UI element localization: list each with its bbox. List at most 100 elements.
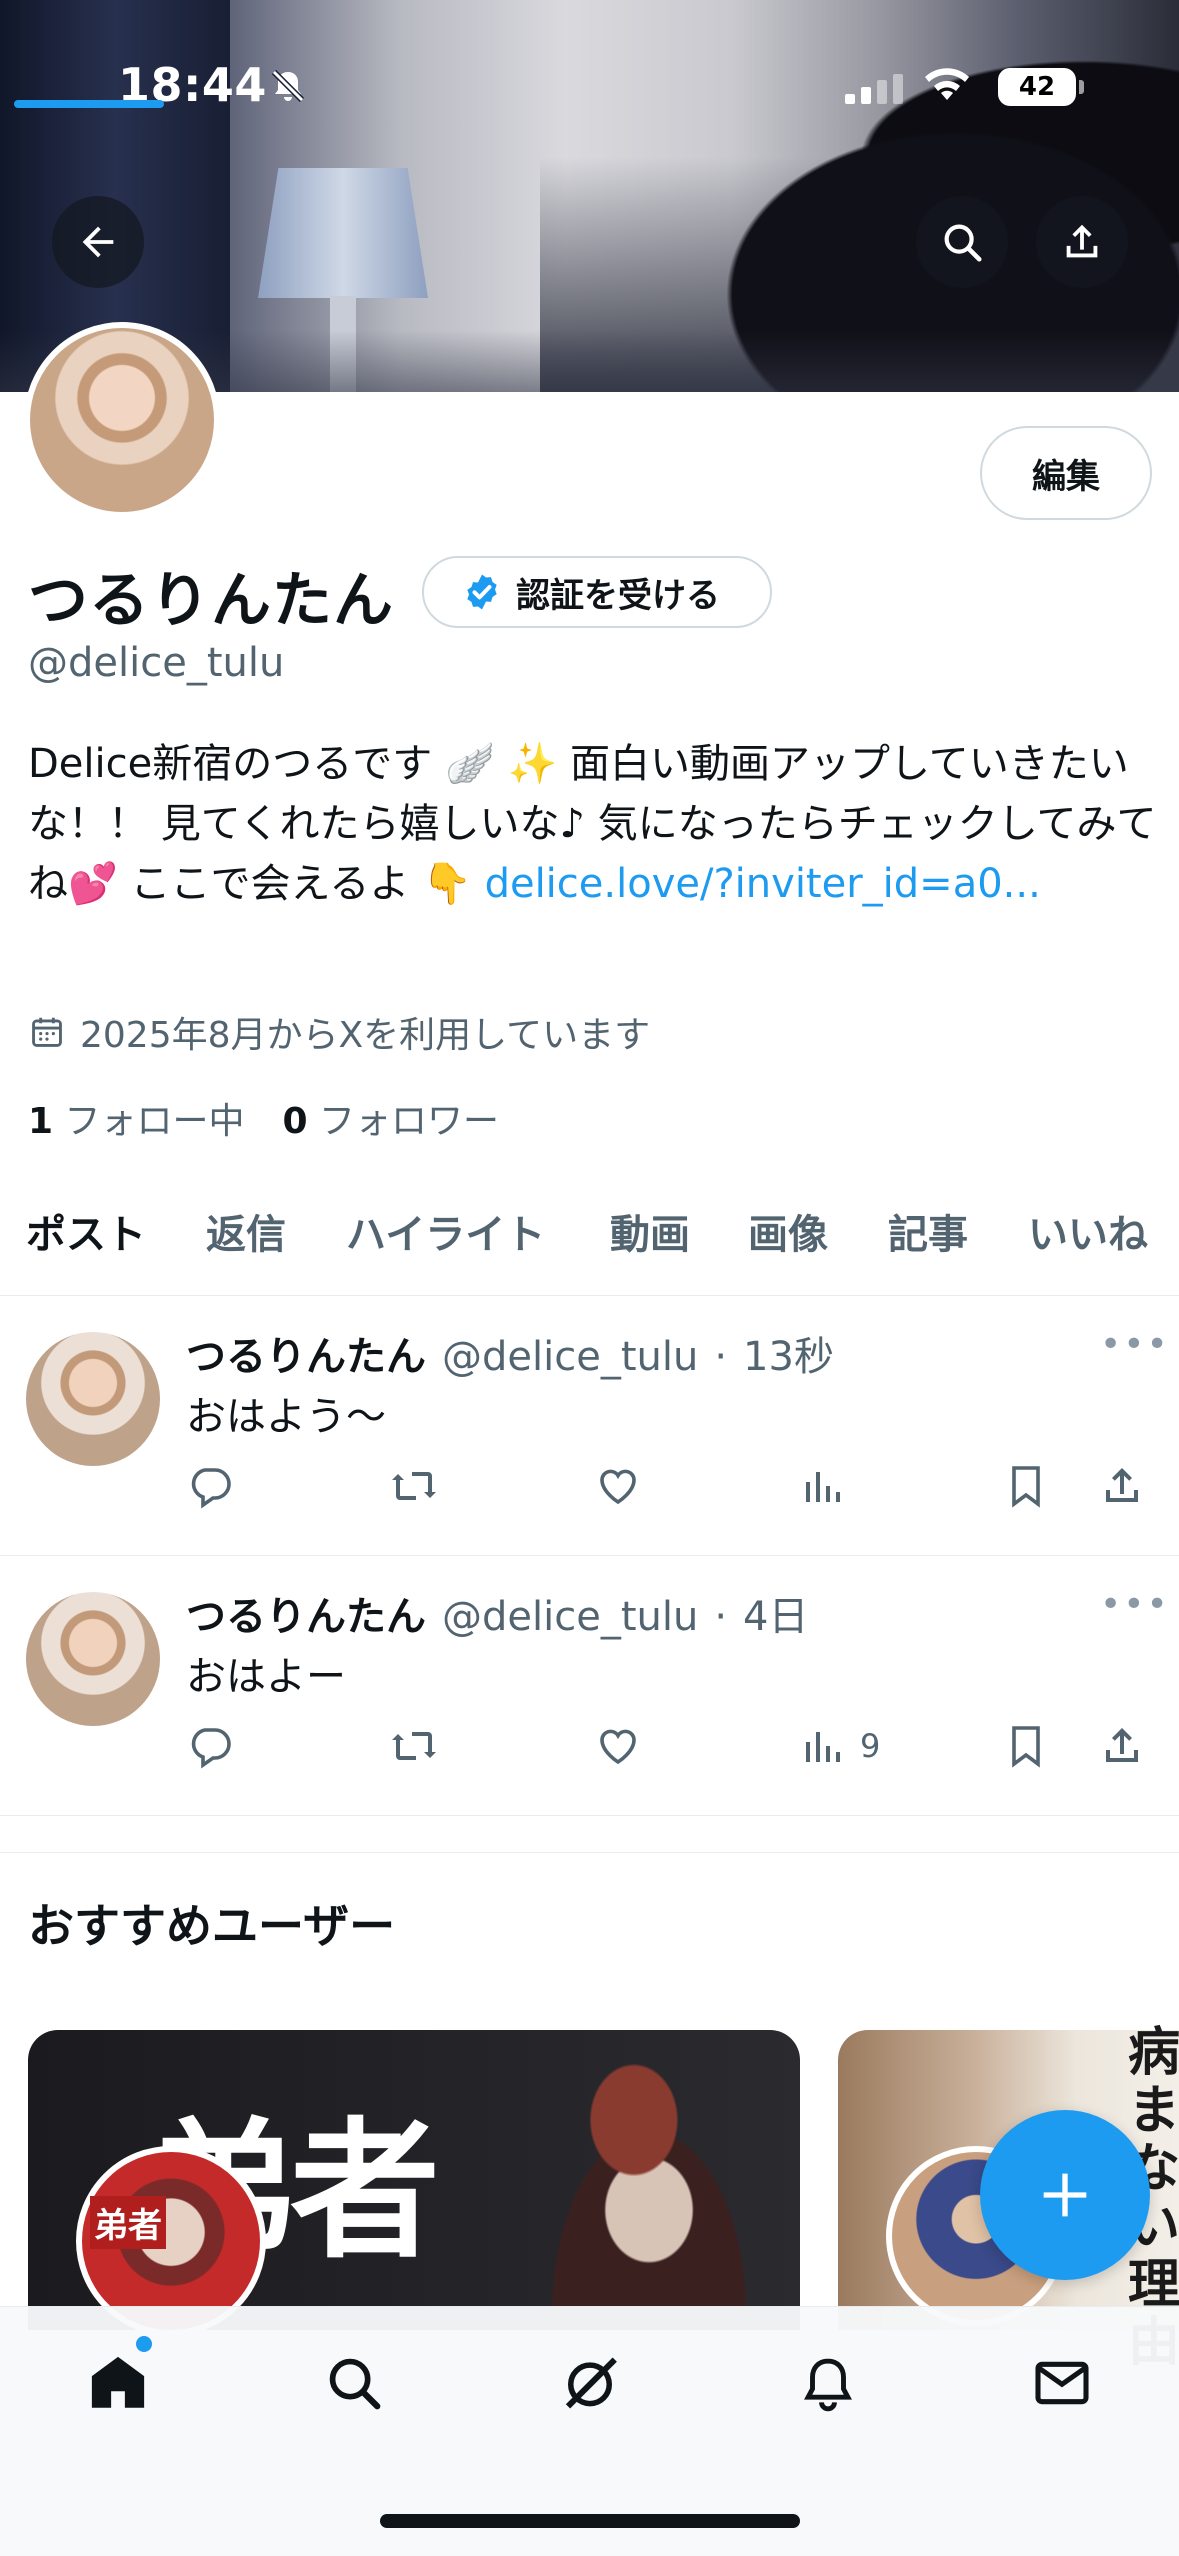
grok-icon (565, 2357, 617, 2409)
post-separator: · (714, 1334, 728, 1380)
views-count: 9 (860, 1727, 881, 1765)
post-separator: · (714, 1594, 728, 1640)
tab-likes[interactable]: いいね (1028, 1202, 1148, 1260)
profile-tabs: ポスト 返信 ハイライト 動画 画像 記事 いいね (0, 1186, 1179, 1296)
banner-lamp (258, 168, 428, 298)
post-text: おはよう〜 (186, 1394, 386, 1440)
reply-button[interactable] (186, 1462, 234, 1510)
home-indicator (380, 2514, 800, 2528)
bookmark-icon (1012, 1466, 1040, 1508)
post-header: つるりんたん @delice_tulu · 13秒 (186, 1324, 834, 1382)
recommended-users-title: おすすめユーザー (28, 1899, 396, 1953)
like-button[interactable] (594, 1462, 642, 1510)
profile-bio: Delice新宿のつるです 🪽 ✨ 面白い動画アップしていきたいな！！ 見てくれ… (28, 734, 1158, 914)
post-author-name: つるりんたん (186, 1334, 426, 1380)
bookmark-button[interactable] (1002, 1462, 1050, 1510)
post-item[interactable]: つるりんたん @delice_tulu · 4日 ••• おはよー 9 (0, 1556, 1179, 1816)
tab-highlights[interactable]: ハイライト (346, 1202, 545, 1260)
tab-articles[interactable]: 記事 (888, 1202, 968, 1260)
get-verified-button[interactable]: 認証を受ける (422, 556, 772, 628)
get-verified-label: 認証を受ける (516, 575, 720, 616)
post-header: つるりんたん @delice_tulu · 4日 (186, 1584, 809, 1642)
tab-posts[interactable]: ポスト (26, 1202, 146, 1260)
search-icon (329, 2358, 381, 2410)
joined-text: 2025年8月からXを利用しています (80, 1015, 651, 1056)
avatar-badge-text: 弟者 (90, 2196, 166, 2249)
followers-label: フォロワー (319, 1101, 500, 1142)
calendar-icon (32, 1017, 62, 1047)
nav-grok[interactable] (554, 2347, 626, 2419)
reply-icon (191, 1468, 231, 1509)
silent-mode-icon (271, 69, 305, 103)
active-tab-indicator (14, 100, 164, 108)
bell-icon (804, 2358, 852, 2412)
reply-icon (191, 1728, 231, 1769)
heart-icon (600, 1729, 636, 1765)
post-more-icon[interactable]: ••• (1100, 1324, 1170, 1365)
heart-icon (600, 1469, 636, 1505)
views-icon (806, 1732, 840, 1762)
mail-icon (1035, 2361, 1089, 2405)
repost-button[interactable] (388, 1462, 440, 1510)
bookmark-button[interactable] (1002, 1722, 1050, 1770)
card-banner-illustration (498, 2030, 800, 2330)
post-text: おはよー (186, 1654, 346, 1700)
joined-date: 2025年8月からXを利用しています (28, 1006, 650, 1058)
verified-badge-icon (467, 574, 497, 610)
edit-profile-button[interactable]: 編集 (980, 426, 1152, 520)
post-time: 4日 (743, 1594, 809, 1640)
share-icon (1066, 224, 1098, 258)
repost-button[interactable] (388, 1722, 440, 1770)
following-link[interactable]: 1 フォロー中 (28, 1092, 245, 1144)
reply-button[interactable] (186, 1722, 234, 1770)
home-icon (91, 2356, 145, 2408)
share-profile-button[interactable] (1036, 196, 1128, 288)
wifi-icon (925, 68, 969, 100)
post-author-name: つるりんたん (186, 1594, 426, 1640)
nav-notifications[interactable] (792, 2347, 864, 2419)
compose-button[interactable] (980, 2110, 1150, 2280)
new-content-dot (136, 2336, 152, 2352)
plus-icon (1043, 2173, 1087, 2217)
search-icon (944, 224, 982, 262)
nav-messages[interactable] (1026, 2347, 1098, 2419)
arrow-left-icon (82, 226, 114, 258)
post-item[interactable]: つるりんたん @delice_tulu · 13秒 ••• おはよう〜 (0, 1296, 1179, 1556)
bookmark-icon (1012, 1726, 1040, 1768)
views-button[interactable]: 9 (798, 1722, 880, 1770)
post-author-handle: @delice_tulu (442, 1334, 699, 1380)
views-icon (806, 1472, 840, 1502)
post-author-handle: @delice_tulu (442, 1594, 699, 1640)
tab-images[interactable]: 画像 (748, 1202, 828, 1260)
post-avatar[interactable] (26, 1332, 160, 1466)
post-time: 13秒 (743, 1334, 834, 1380)
bio-link[interactable]: delice.love/?inviter_id=a0... (485, 861, 1041, 907)
share-post-button[interactable] (1098, 1722, 1146, 1770)
battery-indicator: 42 (998, 68, 1084, 106)
views-button[interactable] (798, 1462, 860, 1510)
profile-avatar[interactable] (24, 322, 220, 518)
follow-stats: 1 フォロー中 0 フォロワー (28, 1092, 499, 1144)
share-icon (1106, 1468, 1138, 1502)
cellular-signal-icon (845, 74, 903, 104)
section-divider (0, 1852, 1179, 1853)
tab-replies[interactable]: 返信 (206, 1202, 286, 1260)
share-icon (1106, 1728, 1138, 1762)
profile-name: つるりんたん (28, 566, 394, 636)
followers-count: 0 (282, 1101, 308, 1142)
post-more-icon[interactable]: ••• (1100, 1584, 1170, 1625)
nav-home[interactable] (82, 2347, 154, 2419)
following-label: フォロー中 (64, 1101, 245, 1142)
search-profile-button[interactable] (916, 196, 1008, 288)
like-button[interactable] (594, 1722, 642, 1770)
post-avatar[interactable] (26, 1592, 160, 1726)
repost-icon (392, 1472, 436, 1500)
followers-link[interactable]: 0 フォロワー (283, 1092, 500, 1144)
profile-handle: @delice_tulu (28, 640, 285, 686)
share-post-button[interactable] (1098, 1462, 1146, 1510)
back-button[interactable] (52, 196, 144, 288)
following-count: 1 (28, 1101, 54, 1142)
repost-icon (392, 1732, 436, 1760)
nav-search[interactable] (318, 2347, 390, 2419)
tab-videos[interactable]: 動画 (610, 1202, 690, 1260)
